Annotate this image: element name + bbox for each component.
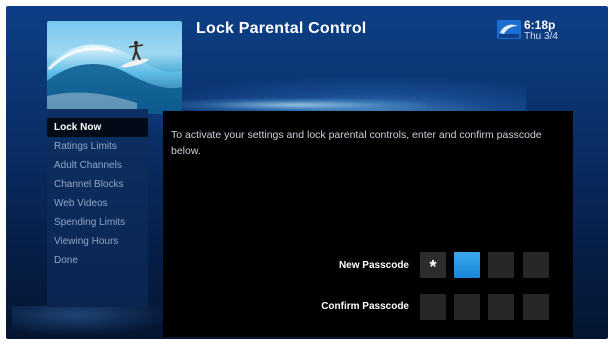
sidebar-item-done[interactable]: Done [47,251,148,270]
surfer-thumbnail [47,21,182,114]
confirm-passcode-digit-1[interactable] [420,294,446,320]
confirm-passcode-digit-2[interactable] [454,294,480,320]
confirm-passcode-label: Confirm Passcode [321,301,409,312]
sidebar-item-viewing-hours[interactable]: Viewing Hours [47,232,148,251]
new-passcode-digit-3[interactable] [488,252,514,278]
clock-date: Thu 3/4 [524,31,558,42]
sidebar-item-spending-limits[interactable]: Spending Limits [47,213,148,232]
new-passcode-digit-2[interactable] [454,252,480,278]
new-passcode-digit-1[interactable]: * [420,252,446,278]
confirm-passcode-digit-4[interactable] [523,294,549,320]
background-underglow [12,306,172,336]
sidebar-item-web-videos[interactable]: Web Videos [47,194,148,213]
directv-logo-icon [497,20,521,39]
sidebar-item-channel-blocks[interactable]: Channel Blocks [47,175,148,194]
page-title: Lock Parental Control [196,20,367,37]
sidebar-item-lock-now[interactable]: Lock Now [47,118,148,137]
clock-time: 6:18p [524,18,556,32]
confirm-passcode-digit-3[interactable] [488,294,514,320]
new-passcode-digit-4[interactable] [523,252,549,278]
sidebar-item-adult-channels[interactable]: Adult Channels [47,156,148,175]
instructions-text: To activate your settings and lock paren… [171,129,542,157]
new-passcode-label: New Passcode [338,260,409,271]
background-light-streak [166,98,426,112]
sidebar-item-ratings-limits[interactable]: Ratings Limits [47,137,148,156]
